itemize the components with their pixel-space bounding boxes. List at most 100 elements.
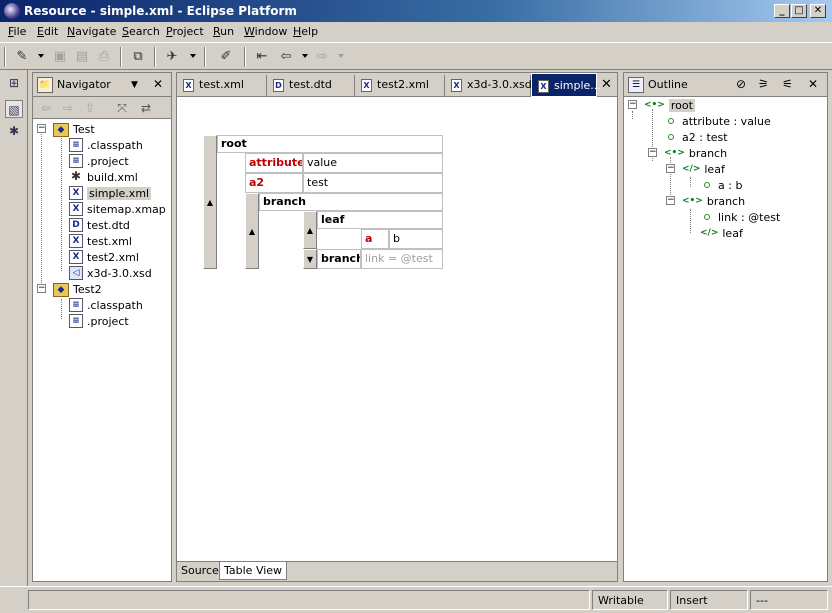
outline-node-link[interactable]: link : @test xyxy=(700,209,780,225)
tab-x3d-xsd[interactable]: X x3d-3.0.xsd xyxy=(445,75,532,97)
new-dropdown-icon[interactable] xyxy=(38,54,44,58)
menu-navigate[interactable]: Navigate xyxy=(67,25,116,38)
element-branch[interactable]: branch xyxy=(259,193,443,211)
search-icon[interactable]: ✐ xyxy=(216,47,236,67)
tree-item-project[interactable]: ≡ .project xyxy=(69,313,129,329)
outline-header: ☰ Outline ⊘ ⚞ ⚟ ✕ xyxy=(624,73,827,97)
collapse-root-icon[interactable]: ▲ xyxy=(203,135,217,269)
open-type-icon[interactable]: ⧉ xyxy=(128,47,148,67)
menu-project[interactable]: Project xyxy=(166,25,204,38)
forward-dropdown-icon[interactable] xyxy=(338,54,344,58)
nav-forward-icon[interactable]: ⇨ xyxy=(59,99,77,117)
tree-item-label: Test xyxy=(73,122,95,136)
menu-search[interactable]: Search xyxy=(122,25,160,38)
collapse-icon[interactable]: − xyxy=(648,148,657,157)
collapse-icon[interactable]: − xyxy=(628,100,637,109)
outline-node-attribute[interactable]: attribute : value xyxy=(664,113,771,129)
tree-item-label: test.xml xyxy=(87,234,132,248)
tree-item-test[interactable]: − ◆ Test xyxy=(37,121,95,137)
forward-icon[interactable]: ⇨ xyxy=(312,47,332,67)
tree-item-label: .project xyxy=(87,314,129,328)
outline-node-branch[interactable]: − <•> branch xyxy=(648,145,727,161)
attr-name-a[interactable]: a xyxy=(361,229,389,249)
new-wizard-icon[interactable]: ✎ xyxy=(12,47,32,67)
menu-file[interactable]: File xyxy=(8,25,26,38)
collapse-branch-icon[interactable]: ▲ xyxy=(245,193,259,269)
collapse-icon[interactable]: − xyxy=(666,164,675,173)
outline-node-leaf[interactable]: − </> leaf xyxy=(666,161,725,177)
element-root[interactable]: root xyxy=(217,135,443,153)
tree-item-test2-xml[interactable]: X test2.xml xyxy=(69,249,139,265)
last-edit-icon[interactable]: ⇤ xyxy=(252,47,272,67)
open-perspective-icon[interactable]: ⊞ xyxy=(5,74,23,92)
toolbar-separator xyxy=(244,47,246,67)
save-icon[interactable]: ▣ xyxy=(50,47,70,67)
attribute-icon xyxy=(704,182,710,188)
tab-source[interactable]: Source xyxy=(177,562,224,580)
nav-back-icon[interactable]: ⇦ xyxy=(37,99,55,117)
tab-table-view[interactable]: Table View xyxy=(219,562,288,580)
element-leaf[interactable]: leaf xyxy=(317,211,443,229)
hide-attributes-icon[interactable]: ⊘ xyxy=(736,77,746,91)
attr-value-a[interactable]: b xyxy=(389,229,443,249)
tab-test-dtd[interactable]: D test.dtd xyxy=(267,75,355,97)
attr-name-a2[interactable]: a2 xyxy=(245,173,303,193)
tab-simple-xml[interactable]: X simple... xyxy=(531,73,601,97)
element-branch-collapsed[interactable]: branch xyxy=(317,249,361,269)
link-with-editor-icon[interactable]: ⇄ xyxy=(137,99,155,117)
title-bar: Resource - simple.xml - Eclipse Platform… xyxy=(0,0,832,22)
tree-item-classpath[interactable]: ≡ .classpath xyxy=(69,297,143,313)
toolbar-separator xyxy=(204,47,206,67)
collapse-icon[interactable]: − xyxy=(37,124,46,133)
outline-node-root[interactable]: − <•> root xyxy=(628,97,695,113)
editor-close-icon[interactable]: ✕ xyxy=(601,77,612,92)
close-window-button[interactable]: ✕ xyxy=(810,4,826,18)
menu-run[interactable]: Run xyxy=(213,25,234,38)
tree-item-test2[interactable]: − ◆ Test2 xyxy=(37,281,102,297)
minimize-button[interactable]: _ xyxy=(774,4,790,18)
resource-perspective-icon[interactable]: ▧ xyxy=(5,100,23,118)
collapse-icon[interactable]: − xyxy=(666,196,675,205)
nav-up-icon[interactable]: ⇧ xyxy=(81,99,99,117)
attr-value-a2[interactable]: test xyxy=(303,173,443,193)
menu-edit[interactable]: Edit xyxy=(37,25,58,38)
tree-item-project[interactable]: ≡ .project xyxy=(69,153,129,169)
tree-item-test-dtd[interactable]: D test.dtd xyxy=(69,217,130,233)
tab-label: test.xml xyxy=(199,78,244,91)
expand-branch-icon[interactable]: ▼ xyxy=(303,249,317,269)
collapse-leaf-icon[interactable]: ▲ xyxy=(303,211,317,249)
collapse-icon[interactable]: − xyxy=(37,284,46,293)
outline-node-a2[interactable]: a2 : test xyxy=(664,129,728,145)
outline-node-a[interactable]: a : b xyxy=(700,177,742,193)
tree-item-x3d-xsd[interactable]: ◁ x3d-3.0.xsd xyxy=(69,265,152,281)
attr-value-attribute[interactable]: value xyxy=(303,153,443,173)
tree-item-build-xml[interactable]: ✱ build.xml xyxy=(69,169,138,185)
xml-table-view: ▲ root attribute value a2 test ▲ branch … xyxy=(203,135,443,271)
back-dropdown-icon[interactable] xyxy=(302,54,308,58)
tab-test2-xml[interactable]: X test2.xml xyxy=(355,75,445,97)
tree-item-classpath[interactable]: ≡ .classpath xyxy=(69,137,143,153)
menu-help[interactable]: Help xyxy=(293,25,318,38)
attr-name-attribute[interactable]: attribute xyxy=(245,153,303,173)
collapse-all-icon[interactable]: ⤧ xyxy=(113,99,131,117)
menu-window[interactable]: Window xyxy=(244,25,287,38)
view-menu-icon[interactable]: ▼ xyxy=(131,80,138,90)
maximize-button[interactable]: □ xyxy=(791,4,807,18)
tab-label: test2.xml xyxy=(377,78,429,91)
debug-perspective-icon[interactable]: ✱ xyxy=(5,122,23,140)
print-icon[interactable]: ⎙ xyxy=(94,47,114,67)
tree-item-simple-xml[interactable]: X simple.xml xyxy=(69,185,152,201)
tree-item-test-xml[interactable]: X test.xml xyxy=(69,233,132,249)
outline-node-branch-2[interactable]: − <•> branch xyxy=(666,193,745,209)
save-all-icon[interactable]: ▤ xyxy=(72,47,92,67)
tree-item-sitemap-xmap[interactable]: X sitemap.xmap xyxy=(69,201,166,217)
run-dropdown-icon[interactable] xyxy=(190,54,196,58)
outline-close-icon[interactable]: ✕ xyxy=(808,77,818,91)
show-namespace-icon[interactable]: ⚞ xyxy=(758,77,769,91)
show-help-icon[interactable]: ⚟ xyxy=(782,77,793,91)
tab-test-xml[interactable]: X test.xml xyxy=(177,75,267,97)
back-icon[interactable]: ⇦ xyxy=(276,47,296,67)
outline-node-leaf-2[interactable]: </> leaf xyxy=(700,225,743,241)
navigator-close-icon[interactable]: ✕ xyxy=(153,77,163,91)
run-icon[interactable]: ✈ xyxy=(162,47,182,67)
